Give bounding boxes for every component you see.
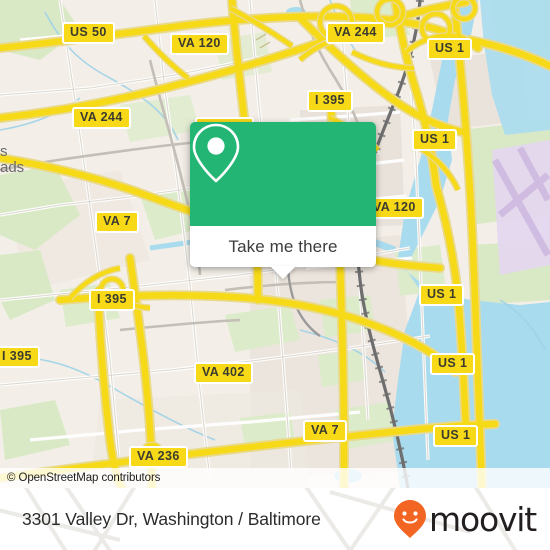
road-shield: US 1 xyxy=(433,425,479,447)
address-label: 3301 Valley Dr, Washington / Baltimore xyxy=(22,508,321,529)
road-shield: US 1 xyxy=(412,129,458,151)
callout-pin-area xyxy=(190,122,376,226)
road-shield: US 1 xyxy=(430,353,476,375)
road-shield: VA 7 xyxy=(95,211,139,233)
place-label: ads xyxy=(0,159,25,176)
road-shield: VA 236 xyxy=(129,446,188,468)
map-screen: US 50 VA 120 VA 244 US 1I 395 VA 244 US 1 VA 1… xyxy=(0,0,550,550)
road-shield: VA 402 xyxy=(194,362,253,384)
road-shield: I 395 xyxy=(89,289,135,311)
map-canvas[interactable]: US 50 VA 120 VA 244 US 1I 395 VA 244 US 1 VA 1… xyxy=(0,0,550,488)
place-label: s xyxy=(0,143,8,160)
take-me-there-button[interactable]: Take me there xyxy=(190,226,376,279)
road-shield: I 395 xyxy=(0,346,40,368)
osm-attribution[interactable]: © OpenStreetMap contributors xyxy=(0,468,550,488)
take-me-there-label: Take me there xyxy=(228,236,338,256)
footer-bar: 3301 Valley Dr, Washington / Baltimore m… xyxy=(0,488,550,550)
moovit-logo[interactable]: moovit xyxy=(393,499,537,539)
moovit-wordmark: moovit xyxy=(429,499,537,539)
osm-attribution-text: © OpenStreetMap contributors xyxy=(7,472,161,484)
road-shield: VA 244 xyxy=(326,22,385,44)
road-shield: VA 7 xyxy=(303,420,347,442)
road-shield: US 1 xyxy=(419,284,465,306)
road-shield: US 50 xyxy=(62,22,115,44)
road-shield: US 1 xyxy=(427,38,473,60)
map-pin-icon xyxy=(192,123,240,183)
callout-pointer xyxy=(270,266,296,279)
location-callout-card[interactable]: Take me there xyxy=(190,122,376,279)
road-shield: VA 120 xyxy=(170,33,229,55)
road-shield: VA 244 xyxy=(72,107,131,129)
moovit-pin-icon xyxy=(394,500,427,538)
road-shield: I 395 xyxy=(307,90,353,112)
